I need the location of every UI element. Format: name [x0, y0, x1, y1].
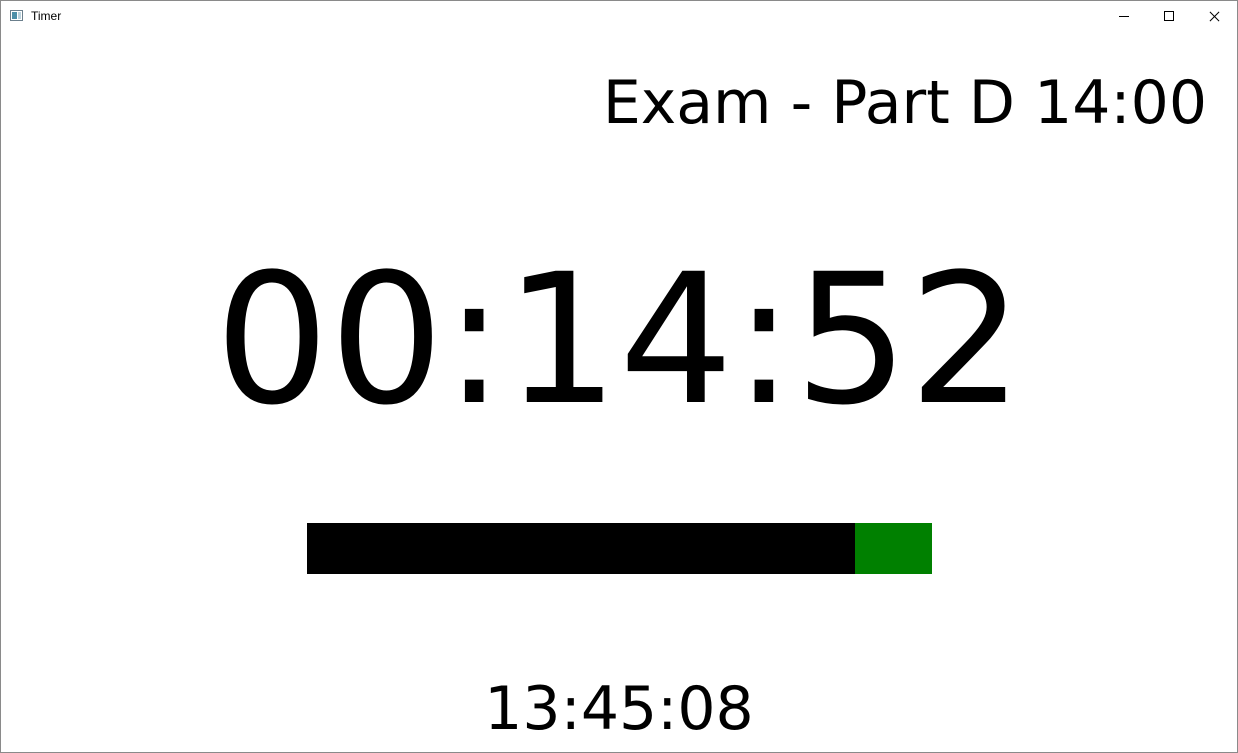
- window-title: Timer: [31, 9, 62, 23]
- minimize-icon: [1119, 16, 1129, 17]
- title-bar[interactable]: Timer: [1, 1, 1237, 31]
- maximize-icon: [1164, 11, 1174, 21]
- current-time-clock: 13:45:08: [484, 674, 754, 744]
- close-button[interactable]: [1191, 1, 1237, 31]
- progress-bar-elapsed: [307, 523, 855, 574]
- countdown-display: 00:14:52: [214, 236, 1024, 445]
- minimize-button[interactable]: [1101, 1, 1147, 31]
- session-label: Exam - Part D 14:00: [602, 68, 1207, 138]
- timer-window: Timer Exam - Part D 14:00 00:14:52 13:45…: [0, 0, 1238, 753]
- timer-app-icon: [10, 10, 23, 21]
- progress-bar: [307, 523, 932, 574]
- maximize-button[interactable]: [1146, 1, 1192, 31]
- close-icon: [1209, 11, 1220, 22]
